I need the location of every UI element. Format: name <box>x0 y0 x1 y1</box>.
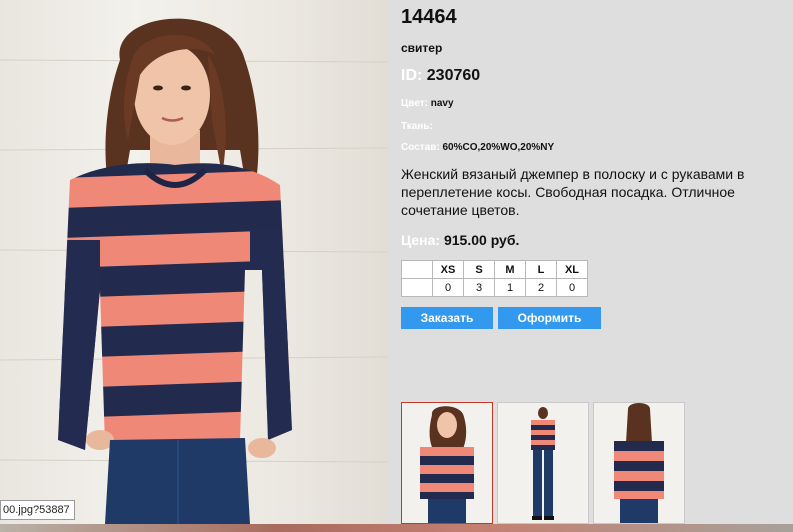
composition-row: Состав: 60%CO,20%WO,20%NY <box>401 142 554 153</box>
order-button[interactable]: Заказать <box>401 307 493 329</box>
page-bottom-edge <box>0 524 793 532</box>
size-quantity-row: 0 3 1 2 0 <box>401 278 588 297</box>
thumbnail-back-image <box>614 403 664 523</box>
color-value: navy <box>430 98 454 109</box>
color-row: Цвет: navy <box>401 98 454 109</box>
qty-xs: 0 <box>432 278 464 297</box>
product-id-label: ID: <box>401 67 423 84</box>
price-label: Цена: <box>401 232 441 248</box>
thumbnail-front-full-image <box>531 407 555 520</box>
qty-xl: 0 <box>556 278 588 297</box>
composition-label: Состав: <box>401 142 440 153</box>
checkout-button[interactable]: Оформить <box>498 307 601 329</box>
fabric-label: Ткань: <box>401 121 433 132</box>
qty-l: 2 <box>525 278 557 297</box>
composition-value: 60%CO,20%WO,20%NY <box>442 142 555 153</box>
size-header-row: XS S M L XL <box>401 260 588 279</box>
size-xs: XS <box>432 260 464 279</box>
color-label: Цвет: <box>401 98 428 109</box>
size-availability-table: XS S M L XL 0 3 1 2 0 <box>401 260 588 297</box>
size-corner-cell <box>401 260 433 279</box>
qty-s: 3 <box>463 278 495 297</box>
thumbnail-front-closeup[interactable] <box>401 402 493 524</box>
thumbnail-back[interactable] <box>593 402 685 524</box>
thumbnail-front-closeup-image <box>420 406 474 523</box>
image-url-tooltip: 00.jpg?53887 <box>0 500 75 520</box>
product-main-image: 00.jpg?53887 <box>0 0 388 524</box>
size-s: S <box>463 260 495 279</box>
product-code: 14464 <box>401 6 457 28</box>
product-id-row: ID: 230760 <box>401 67 480 85</box>
model-illustration <box>0 18 388 524</box>
thumbnail-front-full[interactable] <box>497 402 589 524</box>
size-l: L <box>525 260 557 279</box>
price-value: 915.00 руб. <box>443 232 520 248</box>
price-row: Цена: 915.00 руб. <box>401 232 519 248</box>
fabric-row: Ткань: <box>401 121 433 132</box>
size-m: M <box>494 260 526 279</box>
quantity-corner-cell <box>401 278 433 297</box>
product-description: Женский вязаный джемпер в полоску и с ру… <box>401 166 745 218</box>
size-xl: XL <box>556 260 588 279</box>
product-info-panel: 14464 свитер ID: 230760 Цвет: navy Ткань… <box>388 0 793 524</box>
product-id-value: 230760 <box>426 67 481 84</box>
qty-m: 1 <box>494 278 526 297</box>
product-type: свитер <box>401 41 443 55</box>
